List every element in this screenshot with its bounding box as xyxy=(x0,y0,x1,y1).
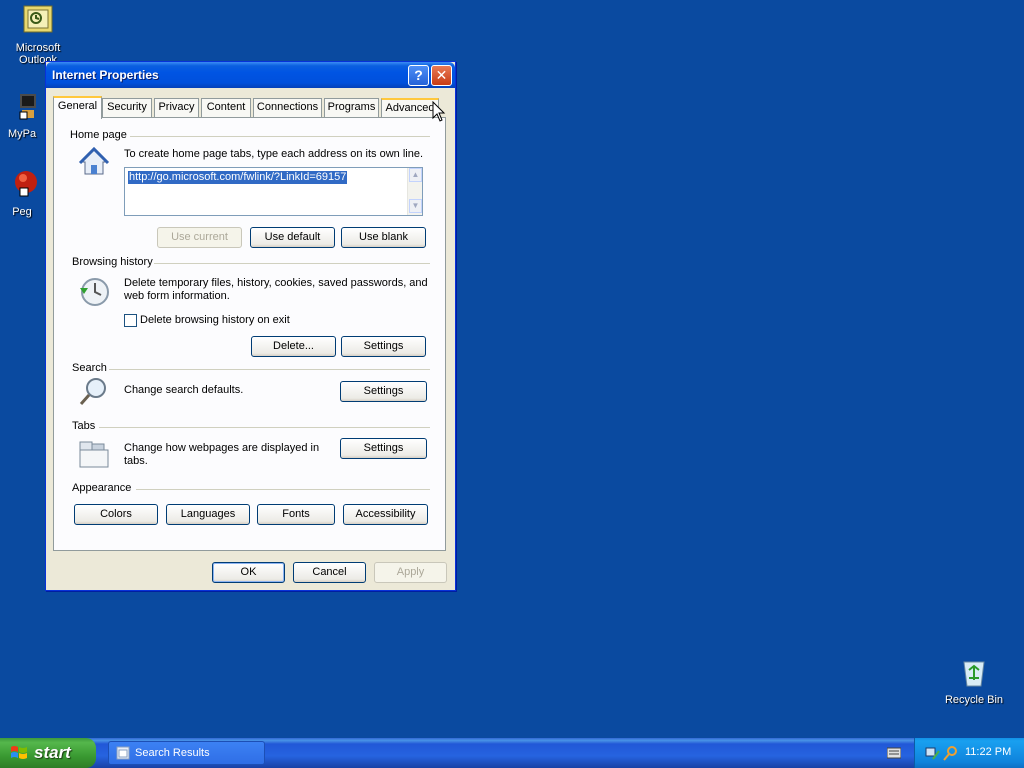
appearance-group-label: Appearance xyxy=(72,482,132,494)
tab-privacy[interactable]: Privacy xyxy=(154,98,199,117)
search-divider xyxy=(109,369,430,370)
browsing-history-divider xyxy=(154,263,430,264)
fonts-button[interactable]: Fonts xyxy=(257,504,335,525)
general-tab-panel: Home page To create home page tabs, type… xyxy=(53,117,446,551)
search-settings-button[interactable]: Settings xyxy=(340,381,427,402)
dialog-title: Internet Properties xyxy=(52,68,159,82)
recycle-bin-label: Recycle Bin xyxy=(944,694,1004,706)
keyboard-icon[interactable] xyxy=(887,747,901,759)
home-page-group-label: Home page xyxy=(70,129,127,141)
tab-programs[interactable]: Programs xyxy=(324,98,379,117)
delete-history-on-exit-label[interactable]: Delete browsing history on exit xyxy=(140,314,290,327)
history-clock-icon xyxy=(80,278,109,306)
window-icon xyxy=(116,746,130,760)
computer-shortcut-icon xyxy=(19,94,36,120)
languages-button[interactable]: Languages xyxy=(166,504,250,525)
recycle-bin-icon xyxy=(963,661,985,687)
use-default-button[interactable]: Use default xyxy=(250,227,335,248)
search-icon[interactable] xyxy=(943,745,959,761)
taskbar: start Search Results 11:22 PM xyxy=(0,738,1024,768)
tab-connections[interactable]: Connections xyxy=(253,98,322,117)
start-label: start xyxy=(34,743,71,762)
tab-advanced[interactable]: Advanced xyxy=(381,98,439,117)
close-button[interactable]: ✕ xyxy=(431,65,452,86)
tabs-icon xyxy=(79,441,109,468)
use-current-button[interactable]: Use current xyxy=(157,227,242,248)
outlook-desktop-icon[interactable]: Microsoft Outlook xyxy=(0,4,76,66)
tabs-description: Change how webpages are displayed in tab… xyxy=(124,442,320,467)
tabs-divider xyxy=(99,427,430,428)
help-button[interactable]: ? xyxy=(408,65,429,86)
mouse-pointer-icon xyxy=(432,101,446,122)
tab-security[interactable]: Security xyxy=(102,98,152,117)
delete-history-button[interactable]: Delete... xyxy=(251,336,336,357)
taskbar-item-search-results[interactable]: Search Results xyxy=(108,741,265,765)
tab-content[interactable]: Content xyxy=(201,98,251,117)
taskbar-item-label: Search Results xyxy=(135,747,210,759)
tabs-group-label: Tabs xyxy=(72,420,96,432)
ok-button[interactable]: OK xyxy=(212,562,285,583)
home-icon xyxy=(78,146,110,175)
accessibility-button[interactable]: Accessibility xyxy=(343,504,428,525)
peg-label: Peg xyxy=(12,206,32,218)
internet-properties-dialog: Internet Properties ? ✕ General Security… xyxy=(45,61,456,591)
search-description: Change search defaults. xyxy=(124,384,244,396)
system-tray: 11:22 PM xyxy=(914,738,1024,768)
history-settings-button[interactable]: Settings xyxy=(341,336,426,357)
tabs-settings-button[interactable]: Settings xyxy=(340,438,427,459)
home-page-divider xyxy=(130,136,430,137)
recycle-bin-desktop-icon[interactable]: Recycle Bin xyxy=(936,656,1012,706)
home-page-textarea[interactable]: http://go.microsoft.com/fwlink/?LinkId=6… xyxy=(124,167,423,216)
outlook-icon xyxy=(23,5,53,33)
apply-button[interactable]: Apply xyxy=(374,562,447,583)
network-icon[interactable] xyxy=(925,745,941,761)
peg-desktop-icon[interactable]: Peg xyxy=(0,168,46,218)
colors-button[interactable]: Colors xyxy=(74,504,158,525)
home-page-description: To create home page tabs, type each addr… xyxy=(124,148,424,160)
cancel-button[interactable]: Cancel xyxy=(293,562,366,583)
home-page-url: http://go.microsoft.com/fwlink/?LinkId=6… xyxy=(128,171,348,184)
clock: 11:22 PM xyxy=(965,746,1012,758)
browsing-history-group-label: Browsing history xyxy=(72,256,153,268)
browsing-history-description: Delete temporary files, history, cookies… xyxy=(124,277,428,302)
scroll-up-icon[interactable]: ▲ xyxy=(409,168,422,182)
scroll-down-icon[interactable]: ▼ xyxy=(409,199,422,213)
home-page-scrollbar[interactable]: ▲ ▼ xyxy=(407,168,422,215)
delete-history-on-exit-checkbox[interactable] xyxy=(124,314,137,327)
use-blank-button[interactable]: Use blank xyxy=(341,227,426,248)
magnifier-icon xyxy=(79,378,106,405)
windows-logo-icon xyxy=(11,746,27,759)
tab-general[interactable]: General xyxy=(53,96,102,119)
search-group-label: Search xyxy=(72,362,107,374)
appearance-divider xyxy=(136,489,430,490)
dialog-titlebar[interactable]: Internet Properties ? ✕ xyxy=(46,62,455,88)
peg-shortcut-icon xyxy=(15,171,37,197)
start-button[interactable]: start xyxy=(0,738,96,768)
